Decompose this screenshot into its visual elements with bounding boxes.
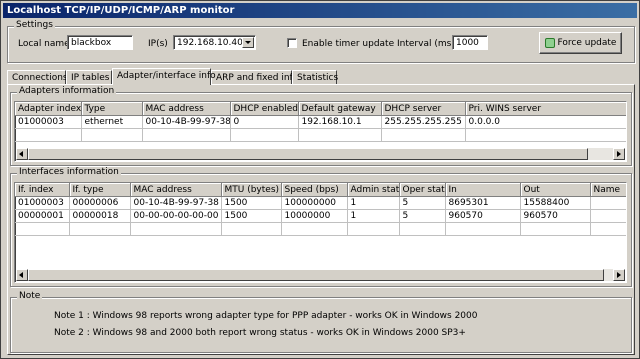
note-line-1: Note 1 : Windows 98 reports wrong adapte…	[54, 311, 478, 321]
adapters-header-row: Adapter index Type MAC address DHCP enab…	[15, 102, 626, 116]
tab-adapter-interface-info[interactable]: Adapter/interface info	[112, 68, 216, 85]
settings-group: Settings Local name blackbox IP(s) 192.1…	[7, 20, 635, 63]
app-window: Localhost TCP/IP/UDP/ICMP/ARP monitor Se…	[0, 0, 640, 359]
scroll-right-icon[interactable]	[613, 269, 625, 281]
window-title: Localhost TCP/IP/UDP/ICMP/ARP monitor	[3, 3, 637, 18]
ips-select[interactable]: 192.168.10.40	[173, 35, 256, 50]
table-cell: 100000000	[281, 196, 348, 210]
ips-select-value: 192.168.10.40	[177, 38, 243, 48]
table-cell: 10000000	[281, 209, 348, 223]
column-header[interactable]: If. type	[69, 183, 131, 197]
scroll-thumb[interactable]	[28, 269, 604, 281]
note-group: Note Note 1 : Windows 98 reports wrong a…	[10, 291, 632, 353]
tab-ip-tables[interactable]: IP tables	[66, 70, 112, 84]
table-cell: 15588400	[520, 196, 591, 210]
scroll-right-icon[interactable]	[613, 148, 625, 160]
table-cell: 1	[347, 209, 400, 223]
column-header[interactable]: Speed (bps)	[281, 183, 348, 197]
table-cell: 255.255.255.255	[381, 115, 466, 129]
table-row	[15, 128, 626, 142]
column-header[interactable]: Adapter index	[15, 102, 82, 116]
column-header[interactable]: DHCP server	[381, 102, 466, 116]
table-cell: 00-00-00-00-00-00	[130, 209, 222, 223]
adapters-list[interactable]: Adapter index Type MAC address DHCP enab…	[14, 101, 627, 162]
table-cell: 0.0.0.0	[465, 115, 626, 129]
timer-label: Enable timer update	[302, 39, 395, 49]
table-cell: 00-10-4B-99-97-38	[142, 115, 231, 129]
force-update-button[interactable]: Force update	[539, 32, 622, 54]
table-cell: 5	[399, 196, 446, 210]
column-header[interactable]: Type	[81, 102, 143, 116]
adapters-group: Adapters information Adapter index Type …	[10, 86, 632, 166]
local-name-input[interactable]: blackbox	[67, 35, 133, 50]
table-cell: 1500	[221, 209, 282, 223]
table-cell	[590, 196, 626, 210]
adapters-group-label: Adapters information	[17, 86, 117, 96]
table-row[interactable]: 00000001 00000018 00-00-00-00-00-00 1500…	[15, 209, 626, 223]
table-cell: 960570	[520, 209, 591, 223]
table-cell: 01000003	[15, 196, 70, 210]
column-header[interactable]: If. index	[15, 183, 70, 197]
interval-input[interactable]: 1000	[452, 35, 488, 50]
column-header[interactable]: Default gateway	[298, 102, 382, 116]
table-cell: 0	[230, 115, 299, 129]
column-header[interactable]: DHCP enabled	[230, 102, 299, 116]
table-row	[15, 222, 626, 236]
timer-checkbox[interactable]	[287, 38, 297, 48]
interfaces-list[interactable]: If. index If. type MAC address MTU (byte…	[14, 182, 627, 283]
column-header[interactable]: MTU (bytes)	[221, 183, 282, 197]
interfaces-header-row: If. index If. type MAC address MTU (byte…	[15, 183, 626, 197]
table-cell: 1500	[221, 196, 282, 210]
table-row[interactable]: 01000003 ethernet 00-10-4B-99-97-38 0 19…	[15, 115, 626, 129]
column-header[interactable]: Oper stat	[399, 183, 446, 197]
column-header[interactable]: MAC address	[130, 183, 222, 197]
table-cell: 192.168.10.1	[298, 115, 382, 129]
tab-statistics[interactable]: Statistics	[292, 70, 338, 84]
table-cell: 00000006	[69, 196, 131, 210]
interfaces-hscrollbar[interactable]	[16, 269, 625, 281]
settings-group-label: Settings	[14, 20, 55, 30]
adapters-hscrollbar[interactable]	[16, 148, 625, 160]
column-header[interactable]: Name	[590, 183, 626, 197]
interfaces-group-label: Interfaces information	[17, 167, 121, 177]
table-row[interactable]: 01000003 00000006 00-10-4B-99-97-38 1500…	[15, 196, 626, 210]
note-group-label: Note	[17, 291, 43, 301]
table-cell	[590, 209, 626, 223]
note-line-2: Note 2 : Windows 98 and 2000 both report…	[54, 328, 466, 338]
table-cell: 1	[347, 196, 400, 210]
refresh-icon	[544, 37, 555, 48]
tab-arp-fixed-info[interactable]: ARP and fixed info	[211, 70, 298, 84]
table-cell: 960570	[445, 209, 521, 223]
force-update-label: Force update	[557, 38, 617, 48]
local-name-label: Local name	[18, 39, 70, 49]
scroll-left-icon[interactable]	[16, 148, 28, 160]
scroll-left-icon[interactable]	[16, 269, 28, 281]
column-header[interactable]: In	[445, 183, 521, 197]
ips-label: IP(s)	[148, 39, 168, 49]
column-header[interactable]: Pri. WINS server	[465, 102, 626, 116]
scroll-thumb[interactable]	[28, 148, 588, 160]
table-cell: ethernet	[81, 115, 143, 129]
tab-panel: Adapters information Adapter index Type …	[7, 84, 635, 355]
table-cell: 00-10-4B-99-97-38	[130, 196, 222, 210]
column-header[interactable]: Admin stat	[347, 183, 400, 197]
column-header[interactable]: Out	[520, 183, 591, 197]
table-cell: 8695301	[445, 196, 521, 210]
table-cell: 01000003	[15, 115, 82, 129]
interfaces-group: Interfaces information If. index If. typ…	[10, 167, 632, 287]
chevron-down-icon[interactable]	[242, 37, 254, 48]
table-cell: 00000001	[15, 209, 70, 223]
tab-connections[interactable]: Connections	[7, 70, 68, 84]
table-cell: 5	[399, 209, 446, 223]
column-header[interactable]: MAC address	[142, 102, 231, 116]
interval-label: Interval (ms)	[397, 39, 455, 49]
table-cell: 00000018	[69, 209, 131, 223]
